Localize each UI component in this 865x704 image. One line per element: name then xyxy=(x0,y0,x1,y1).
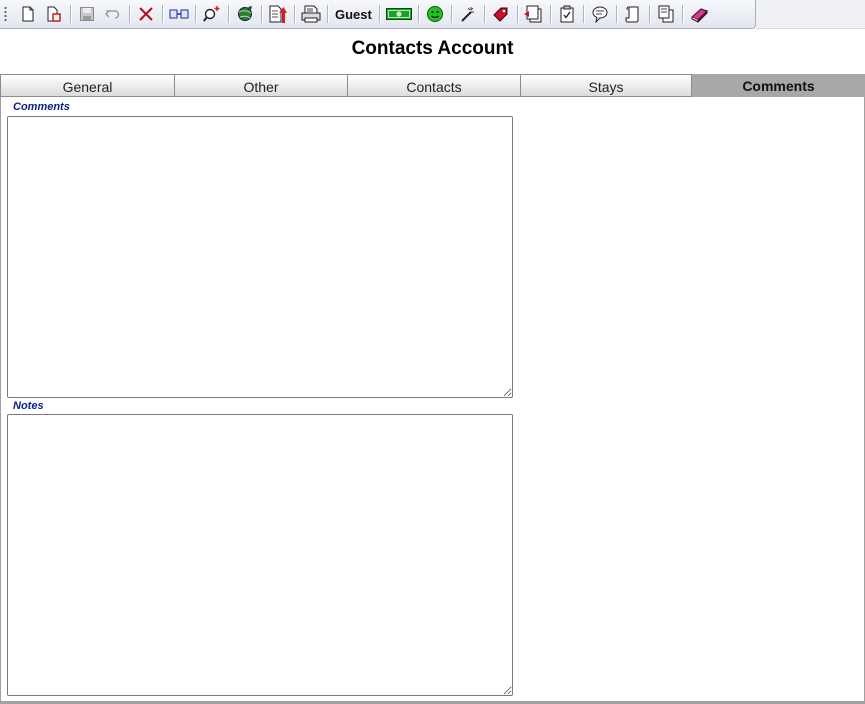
toolbar-separator xyxy=(228,5,229,23)
book-icon[interactable] xyxy=(686,2,712,26)
tab-stays[interactable]: Stays xyxy=(520,74,692,97)
toolbar-separator xyxy=(648,5,650,23)
export-icon[interactable] xyxy=(265,2,291,26)
toolbar-empty-area xyxy=(756,0,865,29)
toolbar-separator xyxy=(162,5,163,23)
tab-general[interactable]: General xyxy=(0,74,174,97)
toolbar-separator xyxy=(582,5,584,23)
money-icon[interactable] xyxy=(383,2,415,26)
toolbar-separator xyxy=(516,5,518,23)
tab-contacts[interactable]: Contacts xyxy=(347,74,520,97)
checklist-icon[interactable] xyxy=(554,2,580,26)
delete-document-icon[interactable] xyxy=(41,2,67,26)
toolbar-separator xyxy=(378,5,380,23)
print-icon[interactable] xyxy=(298,2,324,26)
tab-comments[interactable]: Comments xyxy=(692,74,865,97)
search-icon[interactable] xyxy=(199,2,225,26)
toolbar-separator xyxy=(294,5,295,23)
toolbar-separator xyxy=(483,5,485,23)
tab-bar: General Other Contacts Stays Comments xyxy=(0,74,865,97)
globe-icon[interactable] xyxy=(232,2,258,26)
guest-label[interactable]: Guest xyxy=(331,7,376,22)
notes-label: Notes xyxy=(13,400,44,412)
toolbar-separator xyxy=(129,5,130,23)
undo-icon[interactable] xyxy=(100,2,126,26)
tab-other[interactable]: Other xyxy=(174,74,347,97)
magic-wand-icon[interactable] xyxy=(455,2,481,26)
comments-textarea[interactable] xyxy=(7,116,513,398)
smiley-icon[interactable] xyxy=(422,2,448,26)
toolbar-separator xyxy=(450,5,452,23)
save-icon[interactable] xyxy=(74,2,100,26)
toolbar-grip[interactable] xyxy=(3,5,9,23)
new-document-icon[interactable] xyxy=(15,2,41,26)
toolbar-separator xyxy=(417,5,419,23)
delete-x-icon[interactable] xyxy=(133,2,159,26)
toolbar-separator xyxy=(195,5,196,23)
documents-icon[interactable] xyxy=(653,2,679,26)
tag-icon[interactable] xyxy=(488,2,514,26)
toolbar-separator xyxy=(327,5,328,23)
speech-bubble-icon[interactable] xyxy=(587,2,613,26)
copy-stack-icon[interactable] xyxy=(521,2,547,26)
toolbar-separator xyxy=(681,5,683,23)
main-toolbar: Guest xyxy=(0,0,756,29)
page-title: Contacts Account xyxy=(351,38,514,59)
toolbar-separator xyxy=(615,5,617,23)
scroll-icon[interactable] xyxy=(620,2,646,26)
link-icon[interactable] xyxy=(166,2,192,26)
comments-label: Comments xyxy=(13,101,70,113)
toolbar-separator xyxy=(70,5,71,23)
toolbar-separator xyxy=(261,5,262,23)
toolbar-separator xyxy=(549,5,551,23)
comments-panel: Comments Notes xyxy=(0,97,865,704)
notes-textarea[interactable] xyxy=(7,414,513,696)
